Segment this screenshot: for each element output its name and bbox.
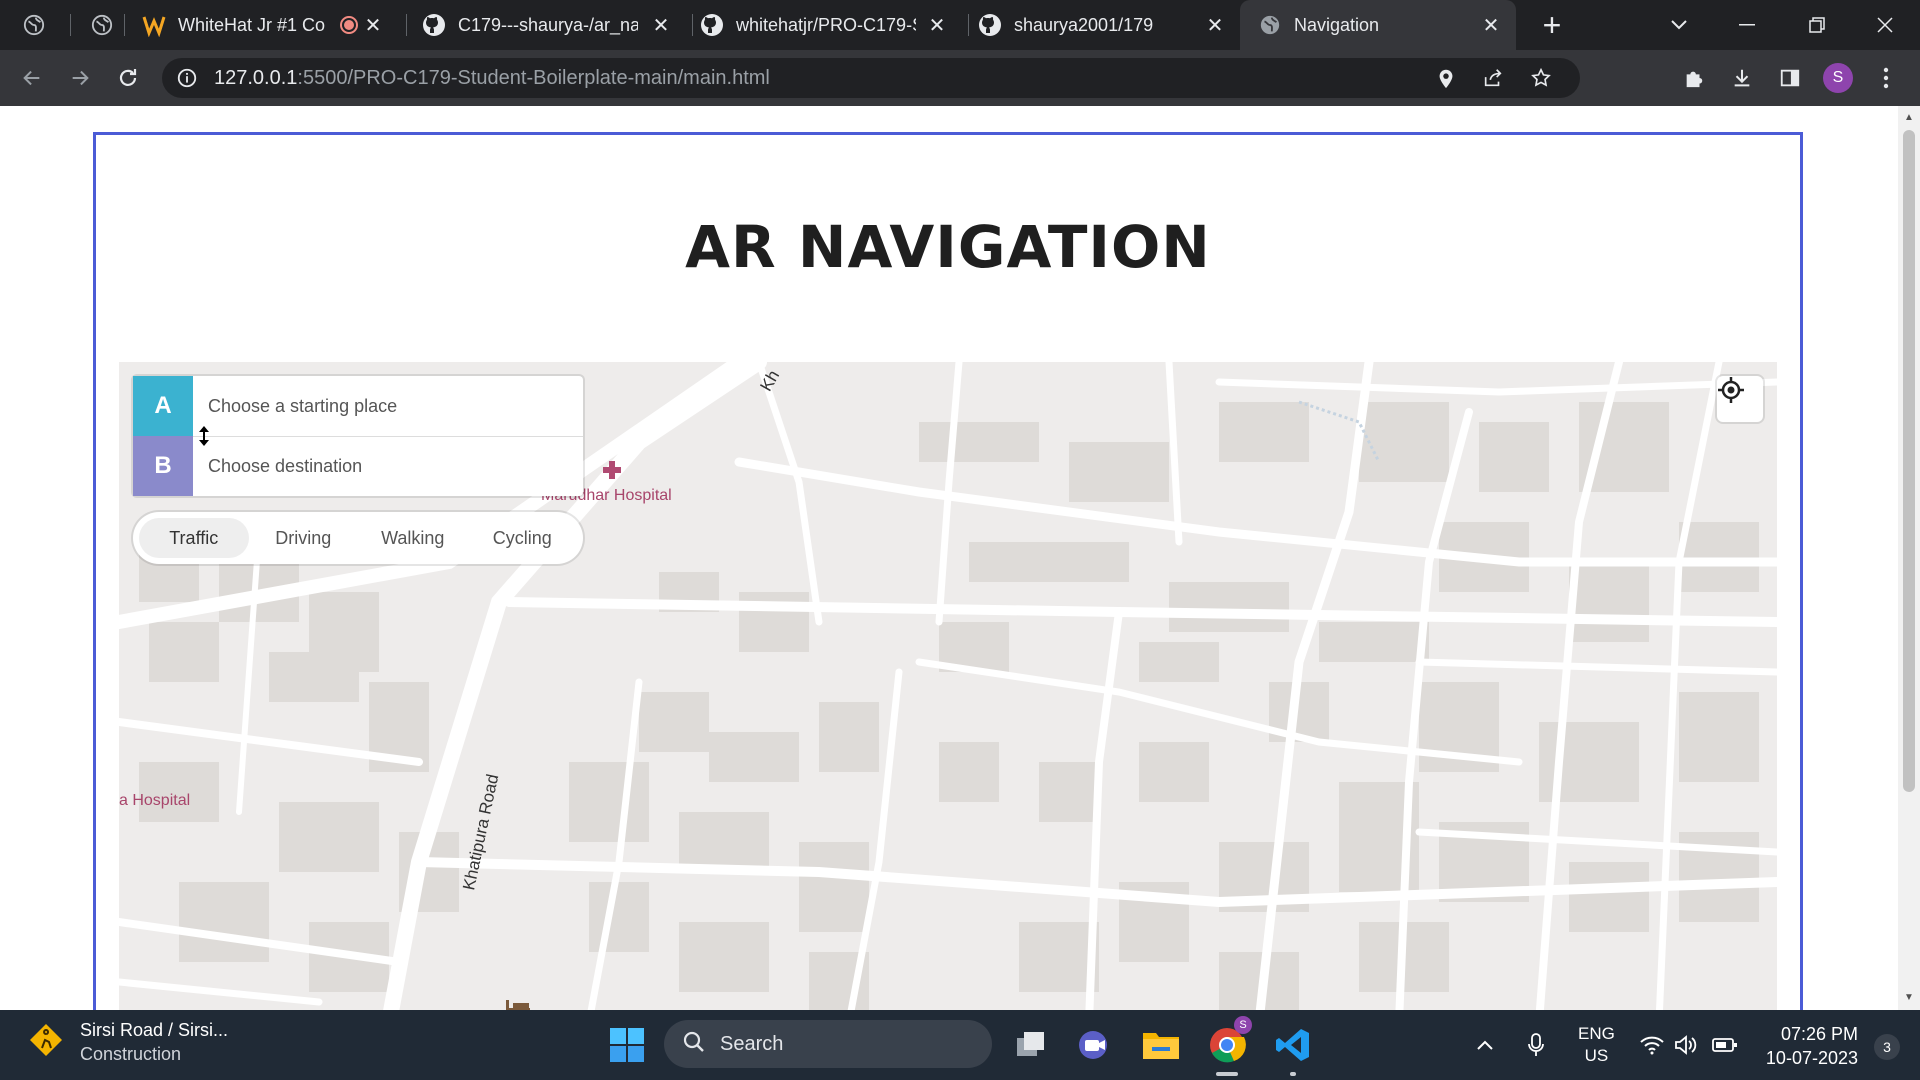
clock[interactable]: 07:26 PM 10-07-2023 (1766, 1022, 1858, 1070)
chrome-profile-badge: S (1234, 1016, 1252, 1034)
hospital-cross-icon (600, 458, 624, 482)
tab-navigation[interactable]: Navigation ✕ (1240, 0, 1516, 50)
clock-date: 10-07-2023 (1765, 1048, 1858, 1068)
directions-panel: A B (133, 376, 583, 496)
browser-toolbar: 127.0.0.1:5500/PRO-C179-Student-Boilerpl… (0, 50, 1920, 106)
github-icon (700, 13, 724, 37)
chrome-icon[interactable]: S (1200, 1016, 1254, 1072)
profile-cycling[interactable]: Cycling (468, 518, 578, 558)
task-view-icon[interactable] (1004, 1018, 1058, 1072)
weather-widget[interactable]: Sirsi Road / Sirsi... Construction (28, 1018, 228, 1066)
globe-icon (1258, 13, 1282, 37)
github-icon (978, 13, 1002, 37)
close-icon[interactable]: ✕ (648, 12, 674, 38)
bookmark-star-icon[interactable] (1530, 67, 1552, 94)
origin-badge: A (133, 376, 193, 436)
info-icon[interactable] (176, 67, 198, 94)
language-indicator[interactable]: ENG US (1578, 1010, 1615, 1080)
page-title: AR NAVIGATION (685, 213, 1211, 281)
taskbar-search[interactable]: Search (664, 1020, 992, 1068)
profile-traffic[interactable]: Traffic (139, 518, 249, 558)
file-explorer-icon[interactable] (1134, 1018, 1188, 1072)
close-icon[interactable]: ✕ (360, 12, 386, 38)
scroll-thumb[interactable] (1903, 130, 1915, 792)
active-app-indicator (1216, 1072, 1238, 1076)
tab-title: WhiteHat Jr #1 Co (178, 14, 326, 35)
microphone-icon[interactable] (1528, 1010, 1544, 1080)
geolocate-button[interactable] (1717, 376, 1763, 422)
page-scrollbar[interactable]: ▲ ▼ (1898, 106, 1920, 1010)
tab-whitehat[interactable]: WhiteHat Jr #1 Co ✕ (142, 0, 398, 50)
side-panel-icon[interactable] (1772, 60, 1808, 96)
notification-badge[interactable]: 3 (1874, 1034, 1900, 1060)
tab-bar: WhiteHat Jr #1 Co ✕ C179---shaurya-/ar_n… (0, 0, 1920, 50)
url-text: 127.0.0.1:5500/PRO-C179-Student-Boilerpl… (214, 66, 770, 89)
scroll-up-arrow-icon[interactable]: ▲ (1903, 112, 1915, 124)
back-arrow-icon[interactable] (14, 60, 50, 96)
close-icon[interactable]: ✕ (924, 12, 950, 38)
clock-time: 07:26 PM (1780, 1024, 1858, 1044)
search-label: Search (720, 1032, 784, 1055)
construction-warning-icon (28, 1022, 64, 1063)
close-icon[interactable]: ✕ (1478, 12, 1504, 38)
tab-title: shaurya2001/179 (1014, 14, 1154, 35)
close-icon[interactable]: ✕ (1202, 12, 1228, 38)
menu-kebab-icon[interactable] (1868, 60, 1904, 96)
battery-icon[interactable] (1712, 1010, 1738, 1080)
github-icon (422, 13, 446, 37)
restore-icon[interactable] (1802, 0, 1832, 50)
web-page: AR NAVIGATION Marudhar Hospital a Hospit… (0, 106, 1898, 1010)
map[interactable]: Marudhar Hospital a Hospital Khatipura R… (119, 362, 1777, 1010)
tab-title: Navigation (1294, 14, 1380, 35)
tab-c179-repo[interactable]: C179---shaurya-/ar_na ✕ (422, 0, 686, 50)
teams-meet-icon[interactable] (1068, 1018, 1122, 1072)
profile-driving[interactable]: Driving (249, 518, 359, 558)
crosshair-icon (1718, 377, 1744, 403)
origin-input[interactable] (208, 395, 568, 417)
reload-icon[interactable] (110, 60, 146, 96)
pinned-tab-1[interactable] (22, 0, 62, 50)
scroll-down-arrow-icon[interactable]: ▼ (1903, 992, 1915, 1004)
recording-icon (340, 16, 358, 34)
tab-shaurya-repo[interactable]: shaurya2001/179 ✕ (978, 0, 1240, 50)
start-windows-icon[interactable] (600, 1018, 654, 1072)
volume-icon[interactable] (1674, 1010, 1698, 1080)
destination-badge: B (133, 436, 193, 496)
tab-title: C179---shaurya-/ar_na (458, 14, 638, 35)
download-icon[interactable] (1724, 60, 1760, 96)
running-app-indicator (1290, 1072, 1296, 1076)
show-hidden-icons-chevron-icon[interactable] (1476, 1010, 1494, 1080)
close-window-icon[interactable] (1870, 0, 1900, 50)
tab-whitehatjr-repo[interactable]: whitehatjr/PRO-C179-S ✕ (700, 0, 962, 50)
weather-subtitle: Construction (80, 1044, 182, 1064)
address-bar[interactable]: 127.0.0.1:5500/PRO-C179-Student-Boilerpl… (162, 58, 1580, 98)
globe-icon (90, 13, 114, 37)
search-icon (682, 1030, 706, 1059)
extensions-puzzle-icon[interactable] (1676, 60, 1712, 96)
travel-profile-bar: Traffic Driving Walking Cycling (133, 512, 583, 564)
minimize-icon[interactable] (1732, 0, 1762, 50)
globe-icon (22, 13, 46, 37)
tab-title: whitehatjr/PRO-C179-S (736, 14, 916, 35)
forward-arrow-icon[interactable] (62, 60, 98, 96)
whitehat-icon (142, 13, 166, 37)
wifi-icon[interactable] (1640, 1010, 1664, 1080)
hospital-label: a Hospital (119, 792, 191, 809)
share-icon[interactable] (1482, 67, 1504, 94)
reverse-swap-icon[interactable] (197, 425, 219, 447)
destination-input[interactable] (208, 455, 568, 477)
location-pin-icon[interactable] (1436, 67, 1456, 94)
vscode-icon[interactable] (1266, 1018, 1320, 1072)
weather-title: Sirsi Road / Sirsi... (80, 1020, 229, 1040)
profile-walking[interactable]: Walking (358, 518, 468, 558)
windows-taskbar: Sirsi Road / Sirsi... Construction Searc… (0, 1010, 1920, 1080)
tab-search-chevron-icon[interactable] (1664, 0, 1694, 50)
new-tab-button[interactable]: + (1534, 0, 1570, 50)
profile-avatar[interactable]: S (1820, 60, 1856, 96)
